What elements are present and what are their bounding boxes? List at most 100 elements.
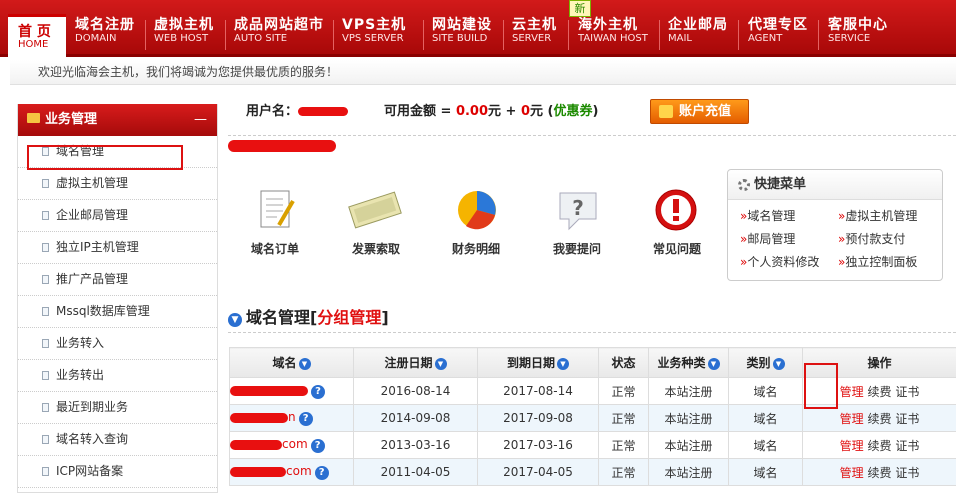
renew-link[interactable]: 续费 [867,439,891,453]
col-label: 类别 [746,356,771,370]
cert-link[interactable]: 证书 [895,385,919,399]
sort-icon[interactable]: ▼ [298,358,311,370]
quick-link-control-panel[interactable]: »独立控制面板 [838,253,917,270]
quick-label-order[interactable]: 域名订单 [235,240,315,257]
alert-icon[interactable] [648,187,704,233]
new-badge: 新 [569,0,591,17]
paren-close: ) [592,104,599,119]
nav-label: 成品网站超市 [234,17,324,33]
manage-link[interactable]: 管理 [840,385,864,399]
coupon-link[interactable]: 优惠券 [554,104,593,119]
sidebar-item-domain[interactable]: 域名管理 [18,136,217,168]
sidebar-item-promo[interactable]: 推广产品管理 [18,264,217,296]
renew-link[interactable]: 续费 [867,385,891,399]
quick-link-web-host[interactable]: »虚拟主机管理 [838,207,917,224]
sidebar-header[interactable]: 业务管理 — [18,104,217,136]
document-icon [42,243,49,252]
help-icon[interactable]: ? [310,439,325,453]
exp-date: 2017-04-05 [477,458,599,486]
col-reg-date[interactable]: 注册日期 ▼ [353,347,478,378]
quick-link-profile[interactable]: »个人资料修改 [740,253,819,270]
cert-link[interactable]: 证书 [895,439,919,453]
manage-link[interactable]: 管理 [840,439,864,453]
sort-icon[interactable]: ▼ [707,358,720,370]
nav-item-agent[interactable]: 代理专区 AGENT [748,18,808,44]
col-label: 状态 [611,356,636,370]
quick-link-prepay[interactable]: »预付款支付 [838,230,905,247]
collapse-icon[interactable]: — [194,104,207,136]
nav-item-service[interactable]: 客服中心 SERVICE [828,18,888,44]
quick-label-invoice[interactable]: 发票索取 [336,240,416,257]
col-label: 业务种类 [657,356,706,370]
domain-cell[interactable]: com? [229,431,354,459]
nav-item-auto-site[interactable]: 成品网站超市 AUTO SITE [234,18,324,44]
sidebar-item-label: 独立IP主机管理 [56,240,139,254]
domain-cell[interactable]: com? [229,458,354,486]
kind: 本站注册 [648,431,729,459]
renew-link[interactable]: 续费 [867,412,891,426]
sidebar-item-expiring[interactable]: 最近到期业务 [18,392,217,424]
col-domain[interactable]: 域名 ▼ [229,347,354,378]
kind: 本站注册 [648,404,729,432]
col-category[interactable]: 类别 ▼ [728,347,803,378]
help-icon[interactable]: ? [311,385,325,399]
sidebar-item-icp[interactable]: ICP网站备案 [18,456,217,488]
quick-link-domain[interactable]: »域名管理 [740,207,795,224]
nav-item-site-build[interactable]: 网站建设 SITE BUILD [432,18,492,44]
sort-icon[interactable]: ▼ [557,358,569,370]
recharge-button[interactable]: 账户充值 [650,99,749,124]
col-actions: 操作 [802,347,956,378]
sidebar-item-mssql[interactable]: Mssql数据库管理 [18,296,217,328]
nav-sublabel: WEB HOST [154,33,209,44]
quick-link-mail[interactable]: »邮局管理 [740,230,795,247]
quick-label-finance[interactable]: 财务明细 [436,240,516,257]
nav-label: 虚拟主机 [154,17,214,33]
table-row: ? 2016-08-14 2017-08-14 正常 本站注册 域名 管理 续费… [229,377,956,405]
col-exp-date[interactable]: 到期日期 ▼ [477,347,599,378]
help-icon[interactable]: ? [298,412,313,426]
col-kind[interactable]: 业务种类 ▼ [648,347,729,378]
sidebar-item-web-host[interactable]: 虚拟主机管理 [18,168,217,200]
domain-cell[interactable]: n? [229,404,354,432]
renew-link[interactable]: 续费 [867,466,891,480]
sidebar-item-dedicated-ip[interactable]: 独立IP主机管理 [18,232,217,264]
sidebar-item-transfer-in[interactable]: 业务转入 [18,328,217,360]
nav-label: 云主机 [512,17,557,33]
sort-icon[interactable]: ▼ [772,358,785,370]
help-icon[interactable]: ? [314,466,329,480]
status: 正常 [598,431,649,459]
nav-item-vps[interactable]: VPS主机 VPS SERVER [342,18,406,44]
sort-icon[interactable]: ▼ [434,358,447,370]
sidebar: 业务管理 — 域名管理 虚拟主机管理 企业邮局管理 独立IP主机管理 推广产品管… [17,104,218,493]
nav-home[interactable]: 首 页 HOME [8,14,66,57]
sidebar-item-label: 企业邮局管理 [56,208,129,222]
domain-suffix: n [288,410,296,424]
manage-link[interactable]: 管理 [840,466,864,480]
document-icon [42,339,49,348]
folder-icon [27,113,40,123]
quick-link-label: 邮局管理 [747,232,796,246]
cert-link[interactable]: 证书 [895,466,919,480]
cert-link[interactable]: 证书 [895,412,919,426]
order-icon[interactable] [247,187,303,233]
sidebar-item-label: 业务转出 [56,368,105,382]
nav-item-taiwan-host[interactable]: 海外主机 TAIWAN HOST [578,18,648,44]
quick-link-label: 虚拟主机管理 [845,209,918,223]
nav-label: 海外主机 [578,17,638,33]
sidebar-item-transfer-out[interactable]: 业务转出 [18,360,217,392]
quick-label-faq[interactable]: 常见问题 [637,240,717,257]
quick-label-ask[interactable]: 我要提问 [537,240,617,257]
nav-item-web-host[interactable]: 虚拟主机 WEB HOST [154,18,214,44]
invoice-icon[interactable] [347,187,403,233]
nav-item-mail[interactable]: 企业邮局 MAIL [668,18,728,44]
nav-item-server[interactable]: 云主机 SERVER [512,18,557,44]
manage-link[interactable]: 管理 [840,412,864,426]
domain-cell[interactable]: ? [229,377,354,405]
sidebar-item-mail[interactable]: 企业邮局管理 [18,200,217,232]
sidebar-item-transfer-query[interactable]: 域名转入查询 [18,424,217,456]
balance-label: 可用金额 = [384,104,456,119]
group-manage-link[interactable]: 分组管理 [317,308,381,327]
nav-item-domain[interactable]: 域名注册 DOMAIN [75,18,135,44]
question-icon[interactable]: ? [550,187,606,233]
finance-icon[interactable] [449,187,505,233]
